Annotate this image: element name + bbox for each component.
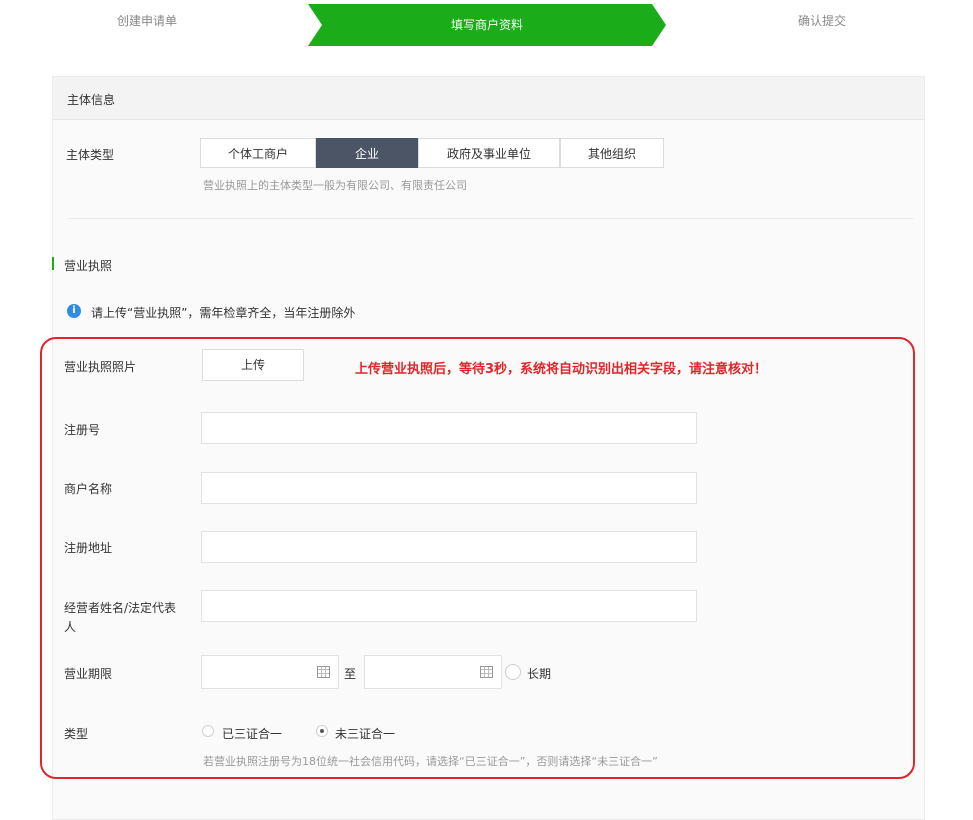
upload-button[interactable]: 上传 <box>202 349 304 381</box>
long-term-label: 长期 <box>527 667 552 681</box>
merchant-name-label: 商户名称 <box>64 482 113 496</box>
step-progress: 创建申请单 填写商户资料 确认提交 <box>0 0 973 48</box>
registration-number-label: 注册号 <box>64 423 101 437</box>
step-fill-label: 填写商户资料 <box>450 18 523 32</box>
license-photo-label: 营业执照照片 <box>64 360 137 374</box>
license-type-label: 类型 <box>64 727 89 741</box>
entity-option-government[interactable]: 政府及事业单位 <box>418 138 560 168</box>
entity-option-other[interactable]: 其他组织 <box>560 138 664 168</box>
type-radio-merged[interactable] <box>202 725 214 737</box>
registration-number-input[interactable] <box>201 412 697 444</box>
license-notice: 请上传“营业执照”，需年检章齐全，当年注册除外 <box>91 306 356 320</box>
type-option-not-merged-label: 未三证合一 <box>335 727 396 741</box>
panel-title: 主体信息 <box>67 93 116 107</box>
business-period-label: 营业期限 <box>64 667 113 681</box>
panel-header: 主体信息 <box>53 77 924 120</box>
entity-type-label: 主体类型 <box>66 148 115 162</box>
registered-address-input[interactable] <box>201 531 697 563</box>
section-divider <box>68 218 913 219</box>
entity-type-hint: 营业执照上的主体类型一般为有限公司、有限责任公司 <box>203 179 467 192</box>
long-term-checkbox[interactable] <box>505 664 521 680</box>
entity-option-individual[interactable]: 个体工商户 <box>200 138 316 168</box>
step-fill-active: 填写商户资料 <box>308 4 666 46</box>
auto-recognize-note: 上传营业执照后，等待3秒，系统将自动识别出相关字段，请注意核对！ <box>355 362 768 377</box>
entity-option-enterprise[interactable]: 企业 <box>316 138 418 168</box>
license-type-hint: 若营业执照注册号为18位统一社会信用代码，请选择“已三证合一”，否则请选择“未三… <box>203 755 658 768</box>
registered-address-label: 注册地址 <box>64 541 113 555</box>
section-marker <box>52 257 54 270</box>
merchant-name-input[interactable] <box>201 472 697 504</box>
type-option-merged-label: 已三证合一 <box>222 727 283 741</box>
info-icon: i <box>67 304 81 318</box>
calendar-icon[interactable] <box>317 666 330 678</box>
legal-representative-label: 经营者姓名/法定代表人 <box>64 601 177 634</box>
step-confirm: 确认提交 <box>798 14 847 28</box>
calendar-icon[interactable] <box>480 666 493 678</box>
period-to-label: 至 <box>344 667 357 681</box>
period-end-input[interactable] <box>364 655 502 689</box>
period-start-input[interactable] <box>201 655 339 689</box>
legal-representative-input[interactable] <box>201 590 697 622</box>
step-create: 创建申请单 <box>117 14 178 28</box>
license-section-title: 营业执照 <box>64 259 113 273</box>
type-radio-not-merged[interactable] <box>316 725 328 737</box>
